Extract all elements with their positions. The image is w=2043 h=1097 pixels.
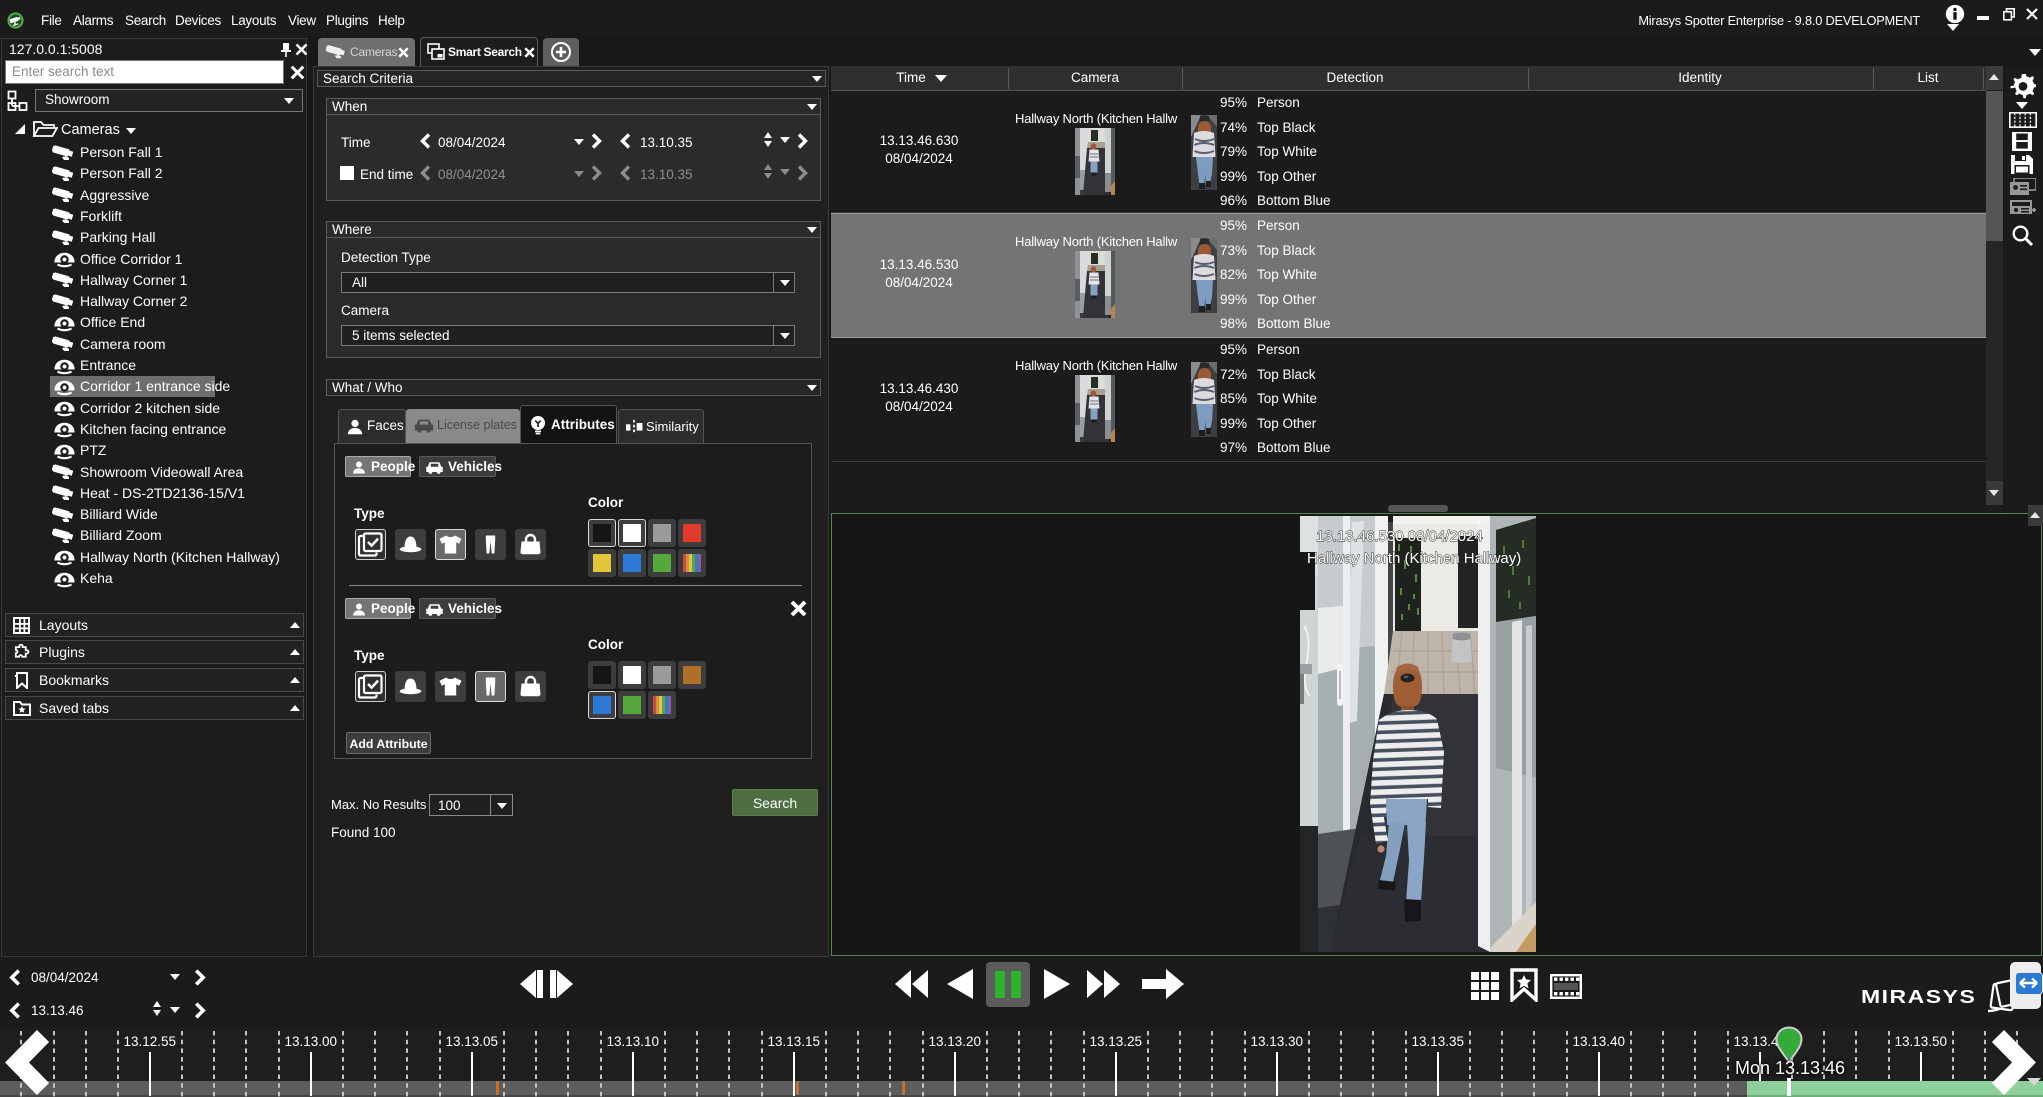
svg-text:Hallway North (Kitchen Hallway: Hallway North (Kitchen Hallway) <box>1307 550 1521 567</box>
svg-text:13.13.46.530 08/04/2024: 13.13.46.530 08/04/2024 <box>1316 528 1483 545</box>
